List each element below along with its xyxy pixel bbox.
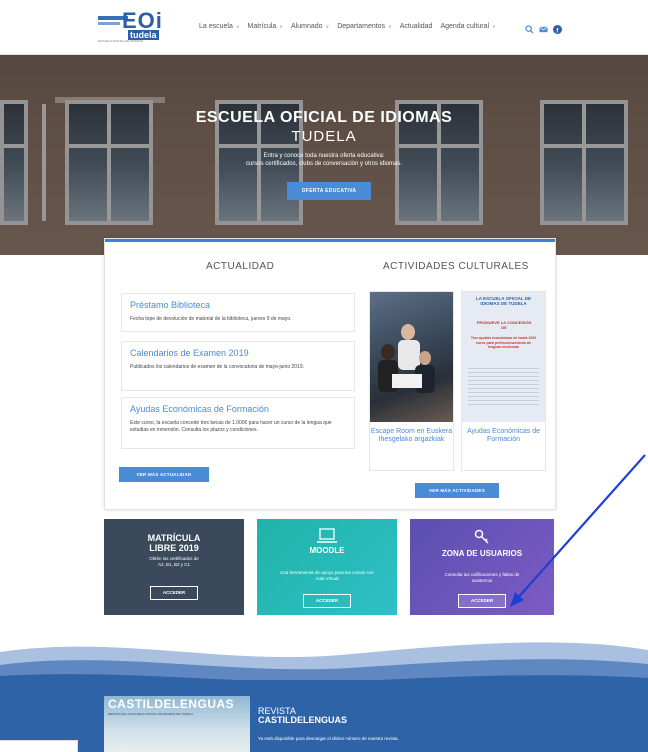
laptop-icon bbox=[316, 528, 338, 544]
news-item-desc: Publicados los calendarios de examen de … bbox=[130, 364, 304, 370]
page: EOi tudela ESCUELA OFICIAL DE IDIOMAS La… bbox=[0, 0, 648, 752]
activities-heading: ACTIVIDADES CULTURALES bbox=[383, 261, 529, 272]
box-desc-line-2: Aula Virtual bbox=[315, 576, 339, 581]
hero-desc-line-2: cursos certificados, clubs de conversaci… bbox=[245, 161, 403, 167]
acceder-button[interactable]: ACCEDER bbox=[303, 594, 351, 608]
nav-item-matricula[interactable]: Matrícula ∨ bbox=[248, 23, 283, 30]
hero-subtitle: TUDELA bbox=[291, 128, 357, 145]
nav-label: Matrícula bbox=[247, 23, 277, 30]
news-item[interactable]: Ayudas Económicas de Formación Este curs… bbox=[121, 397, 355, 449]
magazine-subtitle: REVISTA DE LA ESCUELA OFICIAL DE IDIOMAS… bbox=[108, 712, 193, 716]
activity-card[interactable]: LA ESCUELA OFICIAL DE IDIOMAS DE TUDELA … bbox=[461, 291, 546, 471]
box-desc-line-2: asistencia bbox=[471, 578, 492, 583]
nav-item-agenda-cultural[interactable]: Agenda cultural ∨ bbox=[440, 23, 495, 30]
moodle-box[interactable]: MOODLE Una herramienta de apoyo para tus… bbox=[257, 519, 397, 615]
news-item[interactable]: Calendarios de Examen 2019 Publicados lo… bbox=[121, 341, 355, 391]
chevron-down-icon: ∨ bbox=[492, 23, 496, 30]
activity-poster: LA ESCUELA OFICIAL DE IDIOMAS DE TUDELA … bbox=[462, 292, 545, 422]
news-item-title[interactable]: Calendarios de Examen 2019 bbox=[130, 348, 346, 359]
news-heading: ACTUALIDAD bbox=[206, 261, 275, 272]
news-item-title[interactable]: Ayudas Económicas de Formación bbox=[130, 404, 346, 415]
activity-photo bbox=[370, 292, 453, 422]
acceder-button[interactable]: ACCEDER bbox=[458, 594, 506, 608]
news-item-desc: Este curso, la escuela concede tres beca… bbox=[130, 420, 332, 433]
main-nav: La escuela ∨ Matrícula ∨ Alumnado ∨ Departa… bbox=[199, 23, 496, 30]
news-item[interactable]: Préstamo Biblioteca Fecha tope de devolu… bbox=[121, 293, 355, 332]
logo-mark: EOi bbox=[122, 8, 163, 33]
content-card: ACTUALIDAD ACTIVIDADES CULTURALES Présta… bbox=[104, 238, 556, 510]
logo-bar-secondary bbox=[98, 22, 120, 25]
facebook-icon[interactable]: f bbox=[553, 21, 562, 34]
activity-card[interactable]: Escape Room en Euskera Ihesgelako argazk… bbox=[369, 291, 454, 471]
ver-mas-actualidad-button[interactable]: VER MÁS ACTUALIDAD bbox=[119, 467, 209, 482]
box-desc-line-2: A2, B1, B2 y C1 bbox=[157, 562, 191, 567]
matricula-box[interactable]: MATRÍCULA LIBRE 2019 Obtén los certifica… bbox=[104, 519, 244, 615]
nav-item-departamentos[interactable]: Departamentos ∨ bbox=[337, 23, 392, 30]
hero-banner: ESCUELA OFICIAL DE IDIOMAS TUDELA Entra … bbox=[0, 55, 648, 255]
nav-label: Actualidad bbox=[399, 23, 433, 30]
chevron-down-icon: ∨ bbox=[235, 23, 240, 30]
nav-label: La escuela bbox=[199, 23, 233, 30]
nav-item-actualidad[interactable]: Actualidad bbox=[400, 23, 433, 30]
ver-mas-actividades-button[interactable]: VER MÁS ACTIVIDADES bbox=[415, 483, 499, 498]
box-title-line-2: LIBRE 2019 bbox=[149, 543, 199, 553]
chevron-down-icon: ∨ bbox=[388, 23, 392, 30]
news-item-title[interactable]: Préstamo Biblioteca bbox=[130, 300, 346, 311]
magazine-cover[interactable]: CASTILDELENGUAS REVISTA DE LA ESCUELA OF… bbox=[104, 696, 250, 752]
chevron-down-icon: ∨ bbox=[279, 23, 283, 30]
key-icon bbox=[474, 529, 490, 545]
chevron-down-icon: ∨ bbox=[325, 23, 330, 30]
poster-body bbox=[468, 368, 539, 408]
hero-description: Entra y conoce toda nuestra oferta educa… bbox=[0, 152, 648, 168]
nav-label: Agenda cultural bbox=[440, 23, 490, 30]
activity-caption[interactable]: Ayudas Económicas de Formación bbox=[462, 428, 545, 444]
activity-caption[interactable]: Escape Room en Euskera Ihesgelako argazk… bbox=[370, 428, 453, 444]
poster-text: Tres ayudas económicas de hasta 1000 eur… bbox=[470, 336, 537, 349]
mail-icon[interactable] bbox=[539, 21, 548, 33]
hero-desc-line-1: Entra y conoce toda nuestra oferta educa… bbox=[263, 153, 385, 159]
zona-usuarios-box[interactable]: ZONA DE USUARIOS Consulta tus calificaci… bbox=[410, 519, 554, 615]
hero-title: ESCUELA OFICIAL DE IDIOMAS bbox=[195, 109, 453, 126]
news-item-desc: Fecha tope de devolución de material de … bbox=[130, 316, 292, 322]
card-accent-bar bbox=[105, 239, 555, 242]
top-navbar: EOi tudela ESCUELA OFICIAL DE IDIOMAS La… bbox=[0, 0, 648, 55]
revista-desc: Ya está disponible para descargar el últ… bbox=[258, 736, 399, 741]
search-icon[interactable] bbox=[525, 21, 534, 34]
revista-title[interactable]: CASTILDELENGUAS bbox=[258, 715, 347, 725]
bottom-left-panel bbox=[0, 740, 78, 752]
magazine-title: CASTILDELENGUAS bbox=[108, 697, 235, 711]
nav-label: Departamentos bbox=[337, 23, 386, 30]
oferta-educativa-button[interactable]: OFERTA EDUCATIVA bbox=[287, 182, 371, 200]
poster-title: LA ESCUELA OFICIAL DE IDIOMAS DE TUDELA bbox=[475, 296, 532, 306]
box-title: MOODLE bbox=[309, 546, 345, 555]
header-icons: f bbox=[525, 21, 562, 34]
nav-item-la-escuela[interactable]: La escuela ∨ bbox=[199, 23, 240, 30]
school-logo[interactable]: EOi tudela ESCUELA OFICIAL DE IDIOMAS bbox=[98, 8, 170, 44]
poster-subtitle: PROMUEVE LA CONCESIÓN DE bbox=[476, 320, 532, 330]
box-title: MATRÍCULA bbox=[147, 533, 201, 543]
people-photo-illustration bbox=[378, 324, 435, 393]
acceder-button[interactable]: ACCEDER bbox=[150, 586, 198, 600]
box-title: ZONA DE USUARIOS bbox=[441, 549, 523, 558]
nav-label: Alumnado bbox=[291, 23, 323, 30]
nav-item-alumnado[interactable]: Alumnado ∨ bbox=[291, 23, 329, 30]
logo-subtitle: ESCUELA OFICIAL DE IDIOMAS bbox=[98, 39, 143, 43]
